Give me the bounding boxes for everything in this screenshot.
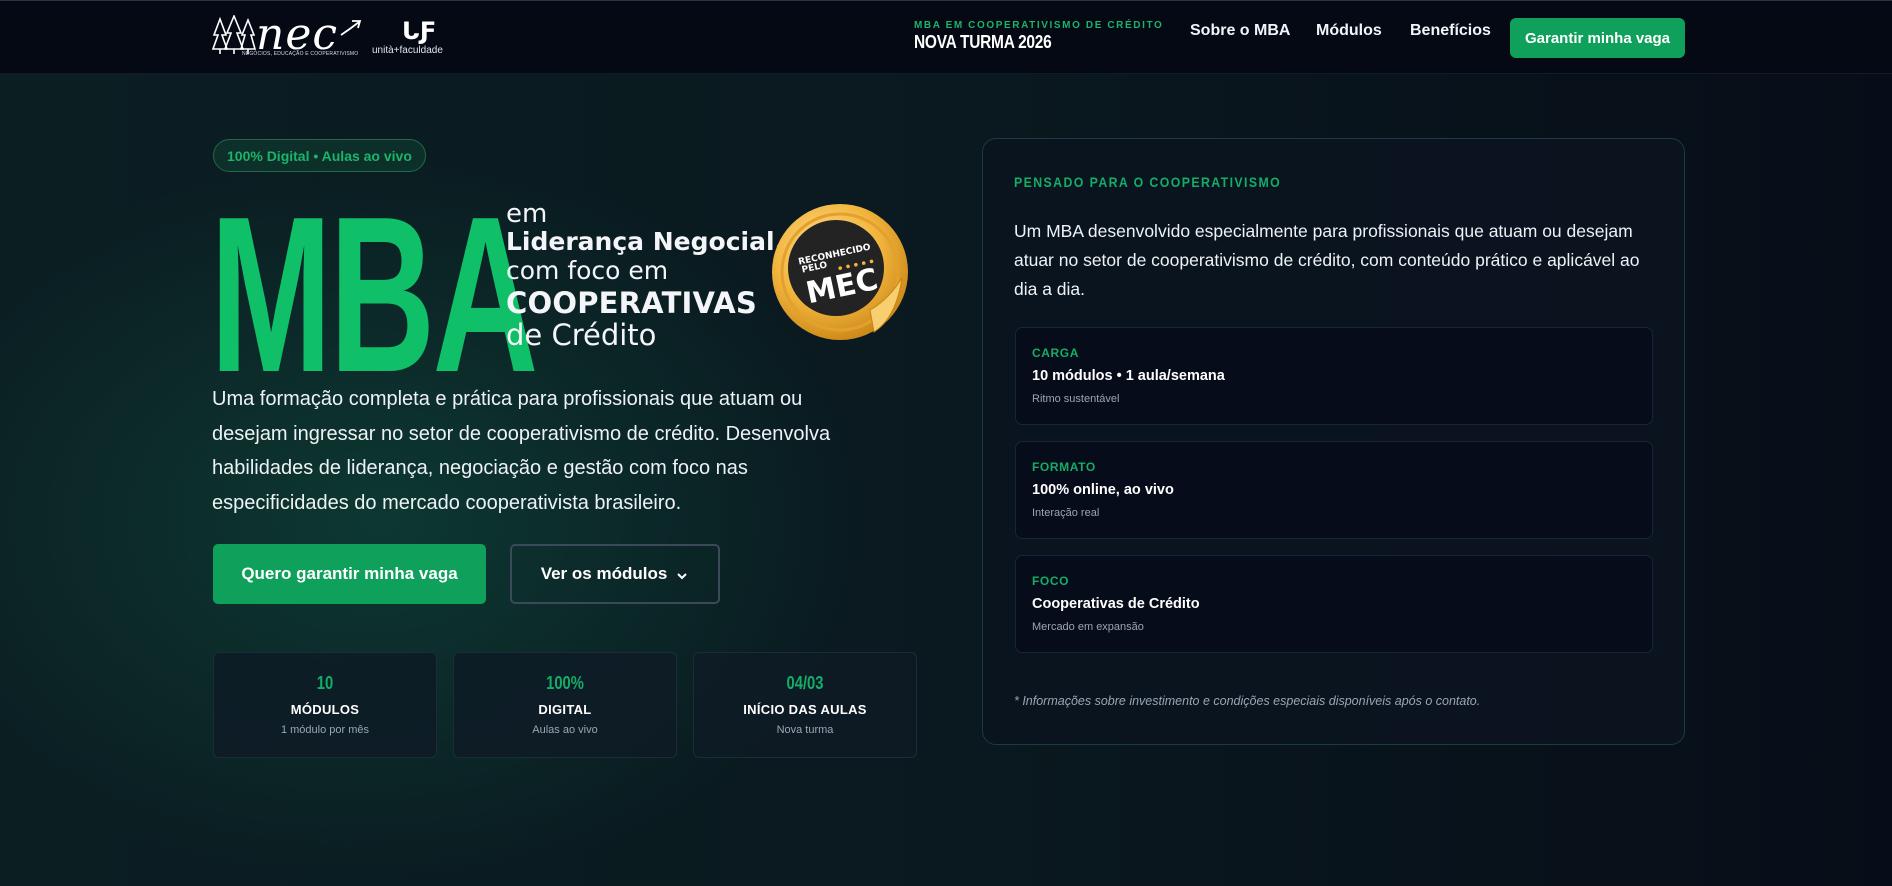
stat-label: INÍCIO DAS AULAS bbox=[743, 702, 867, 717]
nav-cta-button[interactable]: Garantir minha vaga bbox=[1510, 18, 1685, 58]
stat-card-digital: 100% DIGITAL Aulas ao vivo bbox=[453, 652, 677, 758]
nav-course-label: MBA EM COOPERATIVISMO DE CRÉDITO bbox=[914, 20, 1164, 31]
hero-description: Uma formação completa e prática para pro… bbox=[212, 388, 831, 514]
panel-kicker: PENSADO PARA O COOPERATIVISMO bbox=[1014, 174, 1282, 190]
panel-description: Um MBA desenvolvido especialmente para p… bbox=[1014, 221, 1640, 299]
format-tag: 100% Digital • Aulas ao vivo bbox=[213, 139, 426, 172]
top-navigation: nec NEGÓCIOS, EDUCAÇÃO E COOPERATIVISMO … bbox=[0, 0, 1892, 74]
nec-logo[interactable]: nec NEGÓCIOS, EDUCAÇÃO E COOPERATIVISMO bbox=[212, 9, 362, 60]
feature-card-foco: FOCO Cooperativas de Crédito Mercado em … bbox=[1015, 555, 1653, 653]
hero-title-line-foco: com foco em bbox=[506, 256, 669, 285]
ver-modulos-button[interactable]: Ver os módulos bbox=[510, 544, 720, 604]
info-panel: PENSADO PARA O COOPERATIVISMO Um MBA des… bbox=[982, 138, 1685, 745]
feature-sub: Interação real bbox=[1032, 507, 1100, 519]
feature-label: CARGA bbox=[1032, 346, 1079, 360]
stat-card-inicio: 04/03 INÍCIO DAS AULAS Nova turma bbox=[693, 652, 917, 758]
ver-modulos-label: Ver os módulos bbox=[540, 564, 668, 583]
stat-value: 100% bbox=[546, 673, 584, 693]
hero-title-line-credito: de Crédito bbox=[506, 318, 657, 352]
pine-trees-icon bbox=[212, 15, 257, 54]
nec-logo-subtitle: NEGÓCIOS, EDUCAÇÃO E COOPERATIVISMO bbox=[242, 51, 359, 57]
arrow-up-right-icon bbox=[340, 20, 362, 36]
unita-mark-icon: ᒐƑ bbox=[402, 17, 437, 45]
feature-title: 10 módulos • 1 aula/semana bbox=[1032, 368, 1225, 384]
feature-label: FOCO bbox=[1032, 574, 1070, 588]
garantir-vaga-button[interactable]: Quero garantir minha vaga bbox=[213, 544, 486, 604]
stat-sub: Aulas ao vivo bbox=[532, 724, 598, 736]
nav-link-sobre[interactable]: Sobre o MBA bbox=[1190, 22, 1290, 40]
nav-link-beneficios[interactable]: Benefícios bbox=[1410, 22, 1491, 40]
unita-faculdade-logo[interactable]: ᒐƑ unità+faculdade bbox=[372, 19, 456, 59]
stat-sub: Nova turma bbox=[776, 724, 834, 736]
feature-card-formato: FORMATO 100% online, ao vivo Interação r… bbox=[1015, 441, 1653, 539]
stat-value: 10 bbox=[316, 673, 334, 693]
nav-link-modulos[interactable]: Módulos bbox=[1316, 22, 1382, 40]
hero-title-lines: em Liderança Negocial, com foco em COOPE… bbox=[506, 200, 784, 350]
feature-sub: Ritmo sustentável bbox=[1032, 393, 1120, 405]
hero-title-line-lideranca: Liderança Negocial, bbox=[506, 227, 785, 256]
hero-title: MBA em Liderança Negocial, com foco em C… bbox=[210, 184, 930, 406]
stat-label: DIGITAL bbox=[538, 702, 592, 717]
feature-card-carga: CARGA 10 módulos • 1 aula/semana Ritmo s… bbox=[1015, 327, 1653, 425]
mec-recognition-seal-icon: RECONHECIDO PELO MEC bbox=[772, 204, 908, 340]
unita-logo-text: unità+faculdade bbox=[372, 45, 443, 56]
stat-card-modulos: 10 MÓDULOS 1 módulo por mês bbox=[213, 652, 437, 758]
stat-label: MÓDULOS bbox=[290, 702, 360, 717]
feature-sub: Mercado em expansão bbox=[1032, 621, 1144, 633]
nav-course-turma: NOVA TURMA 2026 bbox=[914, 32, 1052, 52]
stat-sub: 1 módulo por mês bbox=[280, 724, 370, 736]
feature-title: 100% online, ao vivo bbox=[1032, 482, 1174, 498]
chevron-down-icon bbox=[677, 573, 688, 580]
hero-title-line-cooperativas: COOPERATIVAS bbox=[506, 286, 757, 320]
feature-label: FORMATO bbox=[1032, 460, 1096, 474]
investment-note: * Informações sobre investimento e condi… bbox=[1014, 694, 1481, 708]
hero-title-mba: MBA bbox=[210, 171, 538, 419]
nav-course-info: MBA EM COOPERATIVISMO DE CRÉDITO NOVA TU… bbox=[914, 20, 1163, 53]
stat-value: 04/03 bbox=[786, 673, 824, 693]
hero-title-line-em: em bbox=[506, 199, 548, 229]
feature-title: Cooperativas de Crédito bbox=[1032, 596, 1200, 612]
